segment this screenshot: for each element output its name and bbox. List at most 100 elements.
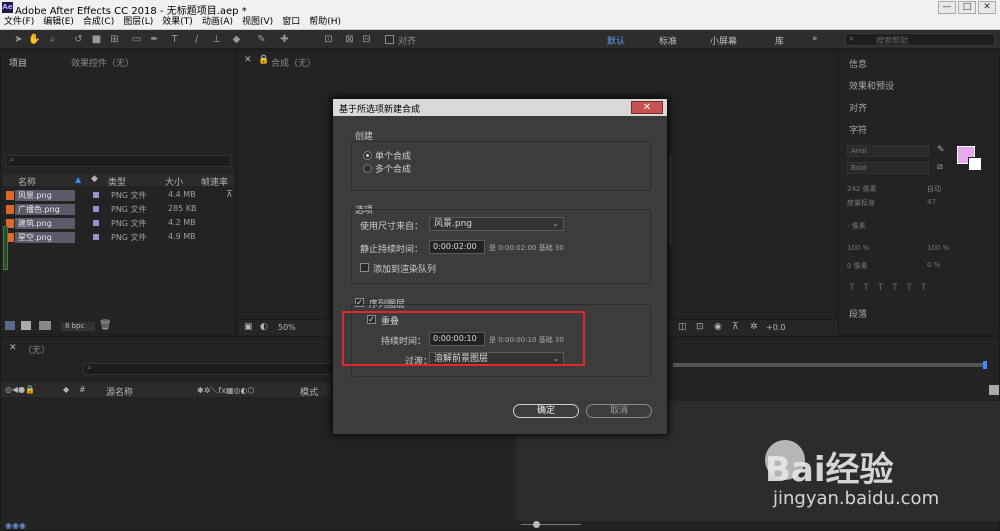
ok-button[interactable]: 确定 bbox=[513, 404, 579, 418]
rectangle-tool-icon[interactable]: ▭ bbox=[130, 33, 143, 46]
multi-comp-label[interactable]: 多个合成 bbox=[375, 162, 411, 175]
av-features-icons[interactable]: ◎◀●🔒 bbox=[5, 385, 35, 394]
list-item[interactable]: 广播色.png PNG 文件 285 KB bbox=[5, 203, 235, 216]
workspace-small-screen[interactable]: 小屏幕 bbox=[710, 34, 737, 47]
stroke-width-field[interactable]: - 像素 bbox=[847, 221, 866, 231]
trash-icon[interactable]: 🗑 bbox=[99, 320, 112, 331]
scroll-arrow-icon[interactable] bbox=[989, 385, 999, 395]
puppet-tool-icon[interactable]: ✚ bbox=[278, 33, 291, 46]
vertical-scale-field[interactable]: 100 % bbox=[847, 244, 869, 252]
workspace-more-button[interactable]: » bbox=[812, 34, 818, 44]
zoom-slider-handle[interactable] bbox=[533, 521, 540, 528]
snap-icon[interactable]: ⊡ bbox=[322, 33, 335, 46]
font-size-field[interactable]: 242 像素 bbox=[847, 184, 877, 194]
cancel-button[interactable]: 取消 bbox=[586, 404, 652, 418]
menu-animation[interactable]: 动画(A) bbox=[202, 16, 233, 29]
snapshot-icon[interactable]: ◫ bbox=[678, 322, 687, 332]
flowchart-icon[interactable]: ⊼ bbox=[226, 190, 233, 200]
pen-tool-icon[interactable]: ✒ bbox=[148, 33, 161, 46]
menu-view[interactable]: 视图(V) bbox=[242, 16, 273, 29]
zoom-slider[interactable] bbox=[521, 524, 581, 525]
magnification-dropdown[interactable]: 50% bbox=[278, 323, 296, 332]
new-folder-icon[interactable] bbox=[21, 321, 31, 330]
col-size[interactable]: 大小 bbox=[165, 175, 183, 188]
workspace-default[interactable]: 默认 bbox=[607, 34, 625, 47]
tab-composition[interactable]: 合成（无） bbox=[271, 56, 316, 69]
horizontal-scale-field[interactable]: 100 % bbox=[927, 244, 949, 252]
snap-option-icon[interactable]: ⊠ bbox=[343, 33, 356, 46]
timeline-search-input[interactable]: ⌕ bbox=[83, 363, 333, 375]
col-type[interactable]: 类型 bbox=[108, 175, 126, 188]
color-depth-button[interactable]: 8 bpc bbox=[61, 322, 95, 331]
text-style-buttons[interactable]: TTTTTT bbox=[849, 283, 935, 293]
col-mode[interactable]: 模式 bbox=[300, 385, 318, 398]
still-duration-field[interactable]: 0:00:02:00 bbox=[429, 240, 485, 254]
snap-grid-icon[interactable]: ⊟ bbox=[360, 33, 373, 46]
tab-effect-controls[interactable]: 效果控件（无） bbox=[71, 56, 134, 69]
col-source-name[interactable]: 源名称 bbox=[106, 385, 133, 398]
leading-field[interactable]: 自动 bbox=[927, 184, 941, 194]
panel-effects-presets[interactable]: 效果和预设 bbox=[849, 79, 894, 92]
time-ruler[interactable] bbox=[673, 363, 985, 367]
menu-help[interactable]: 帮助(H) bbox=[309, 16, 341, 29]
exposure-icon[interactable]: ✲ bbox=[750, 322, 758, 332]
tab-project[interactable]: 项目 bbox=[9, 56, 27, 69]
panel-info[interactable]: 信息 bbox=[849, 57, 867, 70]
rotate-tool-icon[interactable]: ↺ bbox=[72, 33, 85, 46]
lock-icon[interactable]: 🔒 bbox=[258, 55, 269, 65]
zoom-tool-icon[interactable]: ⌕ bbox=[46, 33, 59, 46]
current-time-indicator[interactable] bbox=[983, 361, 987, 369]
stroke-color-swatch[interactable] bbox=[968, 157, 982, 171]
sort-ascending-icon[interactable]: ▲ bbox=[75, 175, 81, 184]
menu-window[interactable]: 窗口 bbox=[282, 16, 300, 29]
dialog-close-button[interactable]: ✕ bbox=[631, 101, 663, 114]
tracking-field[interactable]: 47 bbox=[927, 198, 936, 206]
project-search-input[interactable]: ⌕ bbox=[5, 155, 231, 167]
type-tool-icon[interactable]: T bbox=[168, 33, 181, 46]
font-family-dropdown[interactable]: Arial bbox=[847, 145, 929, 157]
menu-composition[interactable]: 合成(C) bbox=[83, 16, 114, 29]
switches-icons[interactable]: ✱✲＼fx▦◎◐⬡ bbox=[197, 385, 254, 396]
multi-comp-radio[interactable] bbox=[363, 164, 372, 173]
clone-stamp-tool-icon[interactable]: ⊥ bbox=[210, 33, 223, 46]
font-style-dropdown[interactable]: Bold bbox=[847, 162, 929, 174]
panel-align[interactable]: 对齐 bbox=[849, 101, 867, 114]
col-frame-rate[interactable]: 帧速率 bbox=[201, 175, 228, 188]
close-icon[interactable]: ✕ bbox=[244, 55, 252, 65]
menu-effect[interactable]: 效果(T) bbox=[162, 16, 193, 29]
close-icon[interactable]: ✕ bbox=[9, 343, 17, 353]
no-fill-icon[interactable]: ⧄ bbox=[937, 162, 943, 172]
close-window-button[interactable]: ✕ bbox=[978, 1, 996, 14]
tab-timeline[interactable]: （无） bbox=[23, 343, 50, 356]
workspace-standard[interactable]: 标准 bbox=[659, 34, 677, 47]
tsume-field[interactable]: 0 % bbox=[927, 261, 940, 269]
new-composition-icon[interactable] bbox=[39, 321, 51, 330]
panel-scrollbar[interactable] bbox=[3, 226, 8, 270]
minimize-button[interactable]: — bbox=[938, 1, 956, 14]
pan-behind-tool-icon[interactable]: ⊞ bbox=[108, 33, 121, 46]
search-help-input[interactable]: ⌕ 搜索帮助 bbox=[845, 33, 995, 46]
timeline-footer-icons[interactable]: ◉◉◉ bbox=[5, 521, 26, 530]
eraser-tool-icon[interactable]: ◆ bbox=[230, 33, 243, 46]
menu-file[interactable]: 文件(F) bbox=[4, 16, 34, 29]
list-item[interactable]: 星空.png PNG 文件 4.9 MB bbox=[5, 231, 235, 244]
single-comp-radio[interactable] bbox=[363, 151, 372, 160]
align-checkbox[interactable] bbox=[385, 35, 394, 44]
show-snapshot-icon[interactable]: ⊡ bbox=[696, 322, 704, 332]
maximize-button[interactable]: □ bbox=[958, 1, 976, 14]
menu-edit[interactable]: 编辑(E) bbox=[43, 16, 74, 29]
camera-tool-icon[interactable]: ■ bbox=[90, 33, 103, 46]
panel-character[interactable]: 字符 bbox=[849, 123, 867, 136]
add-render-queue-checkbox[interactable] bbox=[360, 263, 369, 272]
network-icon[interactable]: ⊼ bbox=[732, 322, 739, 332]
menu-layer[interactable]: 图层(L) bbox=[123, 16, 153, 29]
brush-tool-icon[interactable]: / bbox=[190, 33, 203, 46]
list-item[interactable]: 风景.png PNG 文件 4.4 MB bbox=[5, 189, 235, 202]
eyedropper-icon[interactable]: ✎ bbox=[937, 145, 945, 155]
baseline-shift-field[interactable]: 0 像素 bbox=[847, 261, 868, 271]
workspace-libraries[interactable]: 库 bbox=[775, 34, 784, 47]
hand-tool-icon[interactable]: ✋ bbox=[28, 33, 41, 46]
exposure-value[interactable]: +0.0 bbox=[766, 323, 785, 332]
list-item[interactable]: 建筑.png PNG 文件 4.2 MB bbox=[5, 217, 235, 230]
add-render-queue-label[interactable]: 添加到渲染队列 bbox=[373, 262, 436, 275]
